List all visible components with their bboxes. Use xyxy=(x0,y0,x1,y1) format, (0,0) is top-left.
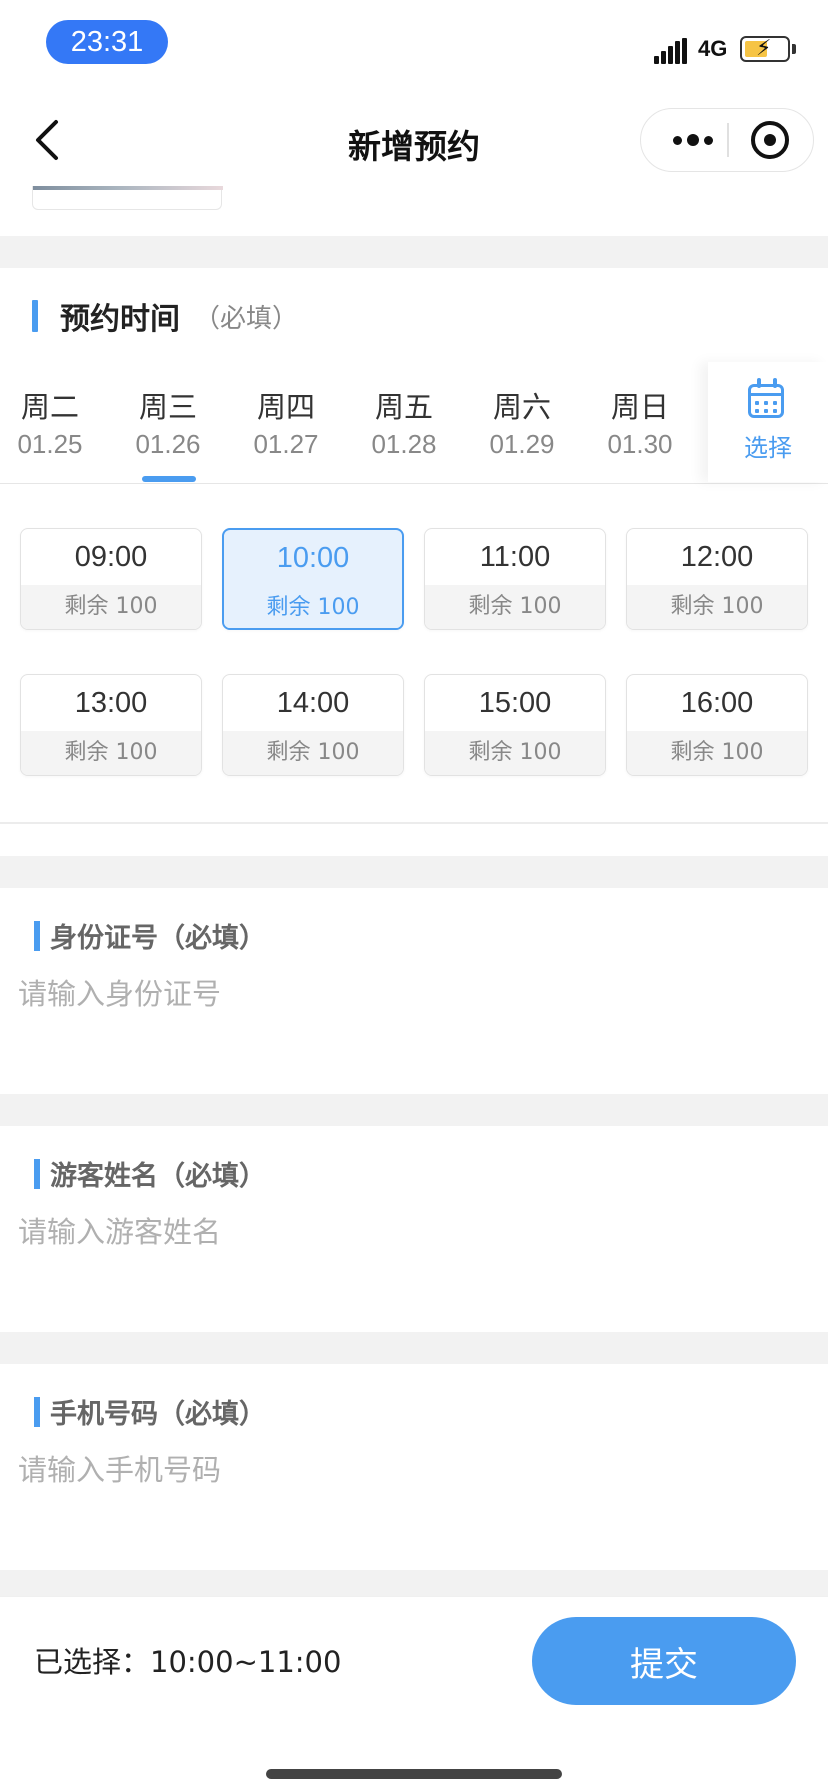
slot-time: 14:00 xyxy=(276,687,350,719)
nav-bar: 新增预约 xyxy=(0,90,828,190)
day-date: 01.25 xyxy=(17,429,83,459)
day-date: 01.30 xyxy=(607,429,673,459)
section-gap xyxy=(0,1570,828,1596)
slot-time: 10:00 xyxy=(276,542,350,574)
day-name: 周日 xyxy=(610,390,669,424)
bottom-bar: 已选择：10:00~11:00 提交 xyxy=(0,1596,828,1792)
id-card-label: 身份证号（必填） xyxy=(34,916,266,955)
title-accent-bar xyxy=(32,300,38,332)
day-tab[interactable]: 周四 01.27 xyxy=(227,388,345,462)
time-slot-selected[interactable]: 10:00 剩余 100 xyxy=(222,528,404,630)
day-date: 01.28 xyxy=(371,429,437,459)
selected-time-summary: 已选择：10:00~11:00 xyxy=(34,1645,342,1679)
visitor-name-input[interactable] xyxy=(18,1208,798,1256)
calendar-icon xyxy=(748,378,784,418)
submit-button[interactable]: 提交 xyxy=(532,1617,796,1705)
time-slot[interactable]: 16:00 剩余 100 xyxy=(626,674,808,776)
slot-remaining: 剩余 100 xyxy=(425,731,605,775)
id-card-label-text: 身份证号（必填） xyxy=(50,923,266,954)
slot-remaining: 剩余 100 xyxy=(224,586,402,628)
slot-time: 09:00 xyxy=(74,541,148,573)
section-gap xyxy=(0,236,828,268)
day-date: 01.29 xyxy=(489,429,555,459)
time-slot[interactable]: 11:00 剩余 100 xyxy=(424,528,606,630)
time-slot[interactable]: 14:00 剩余 100 xyxy=(222,674,404,776)
capsule-divider xyxy=(727,123,729,157)
day-date: 01.27 xyxy=(253,429,319,459)
close-target-icon[interactable] xyxy=(751,121,789,159)
time-slot[interactable]: 15:00 剩余 100 xyxy=(424,674,606,776)
status-bar: 23:31 4G ⚡ xyxy=(0,0,828,90)
time-slot[interactable]: 09:00 剩余 100 xyxy=(20,528,202,630)
slot-time: 16:00 xyxy=(680,687,754,719)
time-slot[interactable]: 12:00 剩余 100 xyxy=(626,528,808,630)
slot-time: 11:00 xyxy=(479,541,551,573)
slot-remaining: 剩余 100 xyxy=(223,731,403,775)
slot-time: 13:00 xyxy=(74,687,148,719)
phone-input[interactable] xyxy=(18,1446,798,1494)
phone-field: 手机号码（必填） xyxy=(0,1364,828,1570)
label-accent-bar xyxy=(34,920,40,951)
battery-cap xyxy=(792,44,796,54)
time-section-title: 预约时间 （必填） xyxy=(32,296,299,337)
visitor-name-field: 游客姓名（必填） xyxy=(0,1126,828,1332)
divider xyxy=(0,822,828,824)
image-thumbnail xyxy=(32,186,223,210)
time-slot[interactable]: 13:00 剩余 100 xyxy=(20,674,202,776)
label-accent-bar xyxy=(34,1158,40,1189)
day-tab[interactable]: 周二 01.25 xyxy=(0,388,109,462)
network-type: 4G xyxy=(698,36,728,61)
slot-time: 12:00 xyxy=(680,541,754,573)
day-tab[interactable]: 周日 01.30 xyxy=(581,388,699,462)
more-icon[interactable] xyxy=(667,109,725,171)
signal-icon xyxy=(654,38,688,64)
day-name: 周六 xyxy=(492,390,551,424)
visitor-name-label: 游客姓名（必填） xyxy=(34,1154,266,1193)
time-title: 预约时间 xyxy=(60,302,180,337)
phone-label-text: 手机号码（必填） xyxy=(50,1399,266,1430)
label-accent-bar xyxy=(34,1396,40,1427)
choose-date-button[interactable]: 选择 xyxy=(708,362,828,482)
id-card-input[interactable] xyxy=(18,970,798,1018)
slot-remaining: 剩余 100 xyxy=(21,585,201,629)
status-time: 23:31 xyxy=(46,20,168,64)
choose-label: 选择 xyxy=(744,434,792,462)
selected-day-indicator xyxy=(142,476,196,482)
mini-program-capsule xyxy=(640,108,814,172)
slot-time: 15:00 xyxy=(478,687,552,719)
day-name: 周三 xyxy=(138,390,197,424)
slot-remaining: 剩余 100 xyxy=(425,585,605,629)
day-name: 周二 xyxy=(20,390,79,424)
slot-remaining: 剩余 100 xyxy=(627,585,807,629)
day-name: 周五 xyxy=(374,390,433,424)
slot-remaining: 剩余 100 xyxy=(627,731,807,775)
slot-remaining: 剩余 100 xyxy=(21,731,201,775)
section-gap xyxy=(0,1094,828,1126)
section-gap xyxy=(0,856,828,888)
time-required: （必填） xyxy=(194,303,299,334)
day-tabs: 周二 01.25 周三 01.26 周四 01.27 周五 01.28 周六 0… xyxy=(0,362,828,484)
phone-label: 手机号码（必填） xyxy=(34,1392,266,1431)
day-tab-selected[interactable]: 周三 01.26 xyxy=(109,388,227,462)
section-gap xyxy=(0,1332,828,1364)
day-tab[interactable]: 周五 01.28 xyxy=(345,388,463,462)
day-tab[interactable]: 周六 01.29 xyxy=(463,388,581,462)
day-name: 周四 xyxy=(256,390,315,424)
visitor-name-label-text: 游客姓名（必填） xyxy=(50,1161,266,1192)
id-card-field: 身份证号（必填） xyxy=(0,888,828,1094)
battery-icon: ⚡ xyxy=(740,36,790,62)
home-indicator xyxy=(266,1769,562,1779)
day-date: 01.26 xyxy=(135,429,201,459)
